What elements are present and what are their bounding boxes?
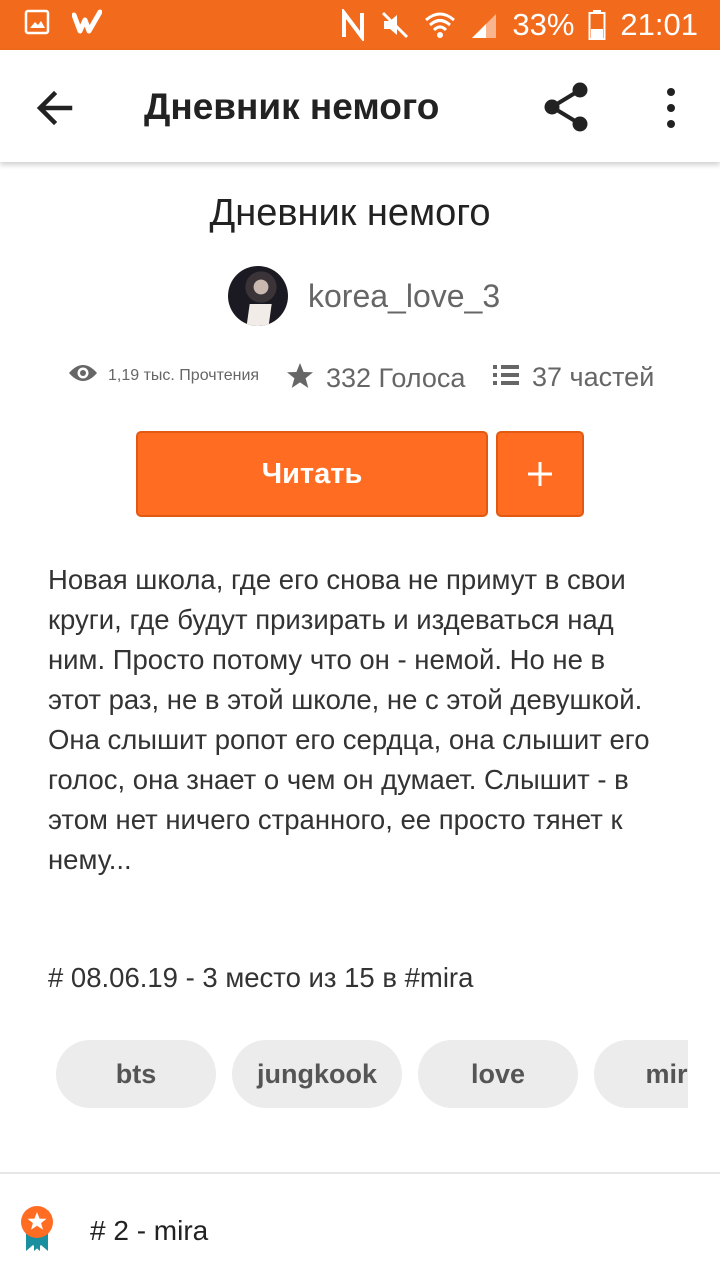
tag-chip[interactable]: bts [56, 1040, 216, 1108]
wifi-icon [424, 10, 456, 40]
back-arrow-icon[interactable] [32, 84, 80, 132]
ranking-note: # 08.06.19 - 3 место из 15 в #mira [48, 962, 474, 993]
ranking-badge-icon [18, 1204, 56, 1257]
parts-stat: 37 частей [492, 362, 654, 393]
author-avatar[interactable] [228, 266, 288, 326]
votes-count: 332 Голоса [326, 363, 466, 393]
plus-icon [528, 462, 552, 486]
add-to-library-button[interactable] [496, 431, 584, 517]
share-icon[interactable] [540, 80, 594, 134]
battery-icon [588, 9, 606, 41]
description-line: этом нет ничего странного, ее просто тян… [48, 804, 623, 835]
section-divider [0, 1172, 720, 1174]
app-bar-title: Дневник немого [144, 86, 440, 127]
reads-count: 1,19 тыс. Прочтения [108, 366, 260, 384]
reads-stat: 1,19 тыс. Прочтения [68, 362, 259, 389]
status-bar: 33% 21:01 [0, 0, 720, 50]
star-icon [286, 362, 314, 395]
signal-icon [470, 10, 498, 40]
description-line: Она слышит ропот его сердца, она слышит … [48, 724, 650, 755]
votes-stat: 332 Голоса [286, 362, 465, 395]
app-bar: Дневник немого [0, 50, 720, 162]
tag-list[interactable]: bts jungkook love mira [56, 1040, 688, 1108]
description-line: голос, она знает о чем он думает. Слышит… [48, 764, 629, 795]
story-description: Новая школа, где его снова не примут в с… [48, 560, 678, 880]
description-line: ним. Просто потому что он - немой. Но не… [48, 644, 606, 675]
battery-percent: 33% [512, 7, 575, 42]
description-line: Новая школа, где его снова не примут в с… [48, 564, 626, 595]
list-icon [492, 363, 520, 392]
image-icon [24, 9, 50, 35]
nfc-icon [340, 9, 366, 41]
more-vert-icon[interactable] [656, 84, 686, 132]
story-stats: 1,19 тыс. Прочтения 332 Голоса 37 частей [68, 362, 688, 402]
description-line: круги, где будут призирать и издеваться … [48, 604, 614, 635]
author-row[interactable]: korea_love_3 [228, 266, 500, 326]
tag-chip[interactable]: love [418, 1040, 578, 1108]
ranking-label[interactable]: # 2 - mira [90, 1211, 208, 1251]
description-line: этот раз, не в этой школе, не с этой дев… [48, 684, 643, 715]
eye-icon [68, 362, 98, 389]
parts-count: 37 частей [532, 362, 655, 392]
wattpad-icon [72, 9, 102, 35]
clock: 21:01 [620, 7, 698, 42]
story-title: Дневник немого [209, 192, 491, 234]
ranking-row[interactable]: # 2 - mira [18, 1204, 208, 1257]
description-line: нему... [48, 844, 132, 875]
tag-chip[interactable]: mira [594, 1040, 688, 1108]
read-button[interactable]: Читать [136, 431, 488, 517]
mute-icon [380, 10, 410, 40]
tag-chip[interactable]: jungkook [232, 1040, 402, 1108]
author-name[interactable]: korea_love_3 [308, 276, 500, 316]
